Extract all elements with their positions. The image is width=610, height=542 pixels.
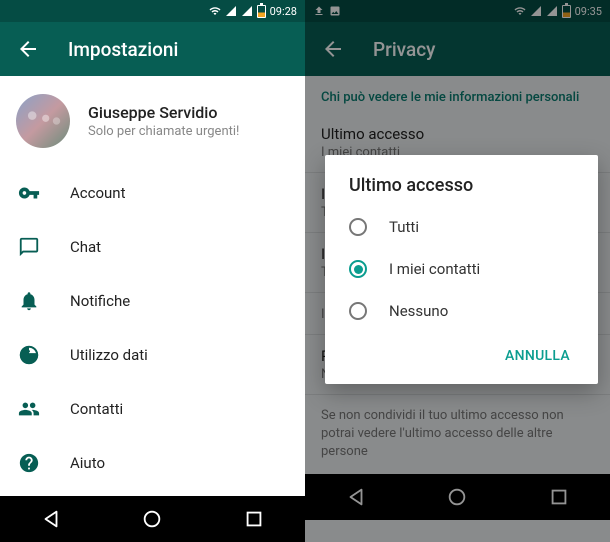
radio-icon [349,218,367,236]
wifi-icon [209,5,221,17]
settings-item-aiuto[interactable]: Aiuto [0,436,305,490]
settings-item-label: Aiuto [70,454,105,472]
settings-item-utilizzo[interactable]: Utilizzo dati [0,328,305,382]
data-icon [18,344,40,366]
radio-option-tutti[interactable]: Tutti [325,206,598,248]
radio-label: Nessuno [389,302,448,320]
battery-icon [257,5,266,18]
settings-item-label: Notifiche [70,292,130,310]
status-bar: 09:28 [0,0,305,22]
radio-icon [349,302,367,320]
bell-icon [18,290,40,312]
cancel-button[interactable]: ANNULLA [493,340,582,372]
settings-item-label: Account [70,184,126,202]
help-icon [18,452,40,474]
nav-recent-icon[interactable] [243,508,265,530]
key-icon [18,182,40,204]
contacts-icon [18,398,40,420]
profile-row[interactable]: Giuseppe Servidio Solo per chiamate urge… [0,76,305,166]
page-title: Impostazioni [68,38,178,61]
profile-name: Giuseppe Servidio [88,103,239,122]
settings-item-notifiche[interactable]: Notifiche [0,274,305,328]
profile-status: Solo per chiamate urgenti! [88,124,239,139]
signal-icon [225,5,237,17]
settings-item-label: Contatti [70,400,123,418]
settings-list: Account Chat Notifiche Utilizzo dati Con… [0,166,305,496]
radio-icon [349,260,367,278]
chat-icon [18,236,40,258]
avatar [16,94,70,148]
nav-home-icon[interactable] [141,508,163,530]
dialog-title: Ultimo accesso [325,175,598,206]
app-header: Impostazioni [0,22,305,76]
settings-item-label: Utilizzo dati [70,346,148,364]
nav-back-icon[interactable] [40,508,62,530]
settings-item-chat[interactable]: Chat [0,220,305,274]
signal-icon [241,5,253,17]
radio-option-contatti[interactable]: I miei contatti [325,248,598,290]
settings-item-contatti[interactable]: Contatti [0,382,305,436]
settings-item-label: Chat [70,238,101,256]
radio-label: I miei contatti [389,260,480,278]
clock: 09:28 [270,5,297,18]
dialog-ultimo-accesso: Ultimo accesso Tutti I miei contatti Nes… [325,155,598,384]
back-icon[interactable] [16,37,40,61]
radio-option-nessuno[interactable]: Nessuno [325,290,598,332]
nav-bar [0,496,305,542]
radio-label: Tutti [389,218,419,236]
settings-item-account[interactable]: Account [0,166,305,220]
